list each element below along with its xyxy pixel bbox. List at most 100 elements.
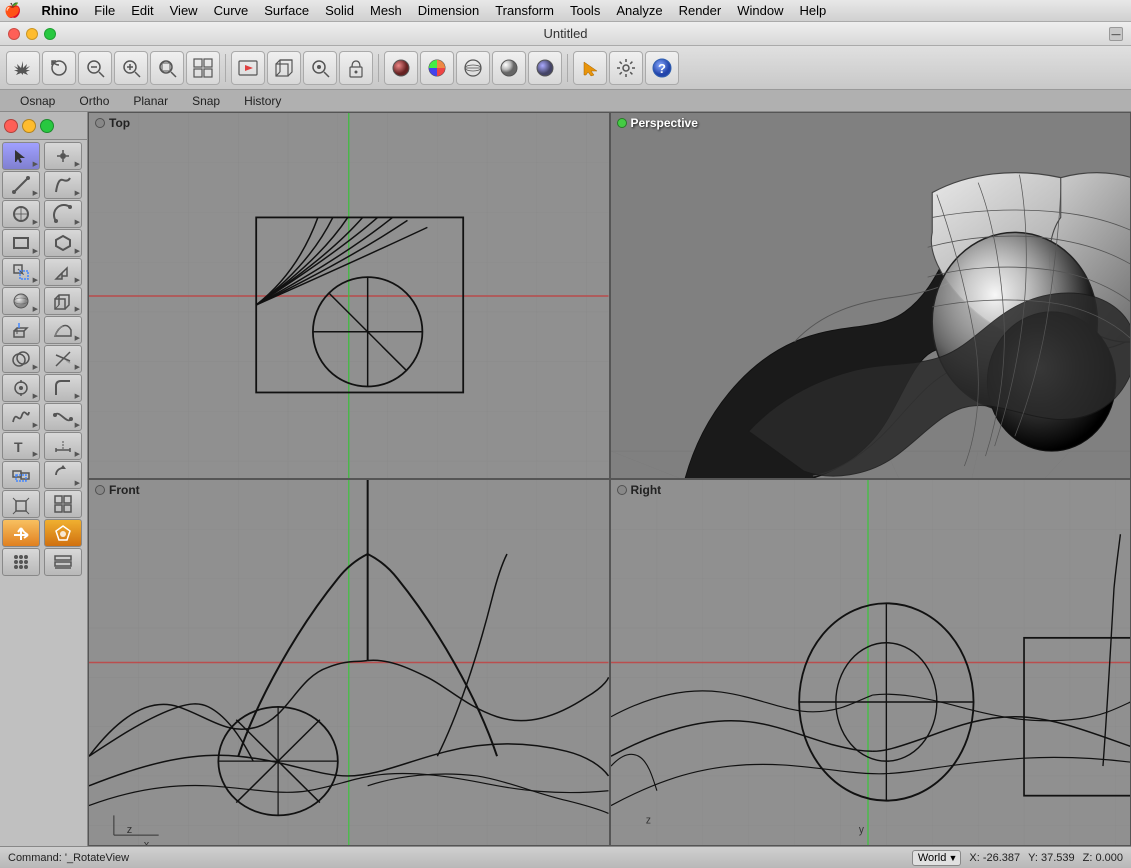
four-view-button[interactable] [186, 51, 220, 85]
sidebar-max-button[interactable] [40, 119, 54, 133]
pan-tool-button[interactable] [6, 51, 40, 85]
viewport-top[interactable]: Top [88, 112, 610, 479]
lock-button[interactable] [339, 51, 373, 85]
scale-tool[interactable]: ▶ [44, 258, 82, 286]
group-tool[interactable] [2, 461, 40, 489]
menu-dimension[interactable]: Dimension [410, 0, 487, 21]
planar-toggle[interactable]: Planar [121, 93, 180, 109]
transform-tool[interactable]: ▶ [2, 258, 40, 286]
command-text: Command: '_RotateView [8, 852, 129, 864]
circle-tool[interactable]: ▶ [2, 200, 40, 228]
menu-view[interactable]: View [162, 0, 206, 21]
menu-analyze[interactable]: Analyze [608, 0, 670, 21]
sphere-tool[interactable]: ▶ [2, 287, 40, 315]
spline-tool[interactable]: ▶ [2, 403, 40, 431]
toolbar-separator-1 [225, 54, 226, 82]
history-toggle[interactable]: History [232, 93, 293, 109]
sidebar-controls [0, 112, 87, 140]
zoom-in-button[interactable] [114, 51, 148, 85]
menu-rhino[interactable]: Rhino [33, 0, 86, 21]
settings-button[interactable] [609, 51, 643, 85]
menu-help[interactable]: Help [791, 0, 834, 21]
select-tool[interactable]: ▶ [2, 142, 40, 170]
sidebar-min-button[interactable] [22, 119, 36, 133]
viewport-right[interactable]: Right [610, 479, 1131, 846]
svg-text:z: z [645, 815, 650, 826]
collapse-button[interactable]: — [1109, 27, 1123, 41]
menu-tools[interactable]: Tools [562, 0, 608, 21]
viewport-right-svg: y z [611, 480, 1131, 845]
explode-tool[interactable] [2, 490, 40, 518]
menu-edit[interactable]: Edit [123, 0, 161, 21]
worksession-tool[interactable] [44, 519, 82, 547]
menu-file[interactable]: File [86, 0, 123, 21]
box-button[interactable] [267, 51, 301, 85]
rendered-button[interactable] [492, 51, 526, 85]
statusbar: Command: '_RotateView World ▼ X: -26.387… [0, 846, 1131, 868]
curve-tool[interactable]: ▶ [44, 171, 82, 199]
panel-tool[interactable] [44, 548, 82, 576]
arrow-tool-button[interactable] [573, 51, 607, 85]
osnap-toggle[interactable]: Osnap [8, 93, 67, 109]
wireframe-button[interactable] [456, 51, 490, 85]
coordinates-area: World ▼ X: -26.387 Y: 37.539 Z: 0.000 [912, 850, 1123, 866]
rotate-view-button[interactable] [42, 51, 76, 85]
render-preview-button[interactable] [231, 51, 265, 85]
box3d-tool[interactable]: ▶ [44, 287, 82, 315]
rotate-tool[interactable]: ▶ [44, 461, 82, 489]
viewport-perspective-dot [617, 118, 627, 128]
viewport-perspective[interactable]: Perspective [610, 112, 1131, 479]
traffic-lights [8, 28, 56, 40]
menu-curve[interactable]: Curve [206, 0, 257, 21]
svg-text:T: T [14, 439, 23, 455]
menubar: 🍎 Rhino File Edit View Curve Surface Sol… [0, 0, 1131, 22]
zoom-selected-button[interactable] [303, 51, 337, 85]
polygon-tool[interactable]: ▶ [44, 229, 82, 257]
boolean-tool[interactable]: ▶ [2, 345, 40, 373]
shaded-button[interactable] [384, 51, 418, 85]
ortho-toggle[interactable]: Ortho [67, 93, 121, 109]
dimension-tool[interactable]: ▶ [44, 432, 82, 460]
fillet-tool[interactable]: ▶ [44, 374, 82, 402]
coordinate-system-dropdown[interactable]: World ▼ [912, 850, 962, 866]
viewport-front-dot [95, 485, 105, 495]
gumball-tool[interactable] [2, 519, 40, 547]
layout-tool[interactable] [44, 490, 82, 518]
zoom-out-button[interactable] [78, 51, 112, 85]
menu-surface[interactable]: Surface [256, 0, 317, 21]
svg-text:z: z [127, 824, 132, 836]
zoom-extents-button[interactable] [150, 51, 184, 85]
menu-render[interactable]: Render [671, 0, 730, 21]
arc-tool[interactable]: ▶ [44, 200, 82, 228]
viewport-right-dot [617, 485, 627, 495]
toolbar-separator-3 [567, 54, 568, 82]
help-button[interactable]: ? [645, 51, 679, 85]
arctic-button[interactable] [528, 51, 562, 85]
extrude-tool[interactable] [2, 316, 40, 344]
snap-tool[interactable]: ▶ [2, 374, 40, 402]
trim-tool[interactable]: ▶ [44, 345, 82, 373]
maximize-button[interactable] [44, 28, 56, 40]
surface-tool[interactable]: ▶ [44, 316, 82, 344]
menu-mesh[interactable]: Mesh [362, 0, 410, 21]
sidebar-close-button[interactable] [4, 119, 18, 133]
text-tool[interactable]: T ▶ [2, 432, 40, 460]
viewport-front[interactable]: Front [88, 479, 610, 846]
apple-logo[interactable]: 🍎 [4, 2, 21, 19]
titlebar: Untitled — [0, 22, 1131, 46]
snap-to-grid[interactable] [2, 548, 40, 576]
y-coordinate: Y: 37.539 [1028, 852, 1075, 864]
point-tool[interactable]: ▶ [44, 142, 82, 170]
rectangle-tool[interactable]: ▶ [2, 229, 40, 257]
menu-transform[interactable]: Transform [487, 0, 562, 21]
snap-toggle[interactable]: Snap [180, 93, 232, 109]
menu-window[interactable]: Window [729, 0, 791, 21]
minimize-button[interactable] [26, 28, 38, 40]
close-button[interactable] [8, 28, 20, 40]
blend-tool[interactable]: ▶ [44, 403, 82, 431]
command-display: Command: '_RotateView [8, 852, 912, 864]
menu-solid[interactable]: Solid [317, 0, 362, 21]
color-button[interactable] [420, 51, 454, 85]
x-coordinate: X: -26.387 [969, 852, 1020, 864]
line-tool[interactable]: ▶ [2, 171, 40, 199]
